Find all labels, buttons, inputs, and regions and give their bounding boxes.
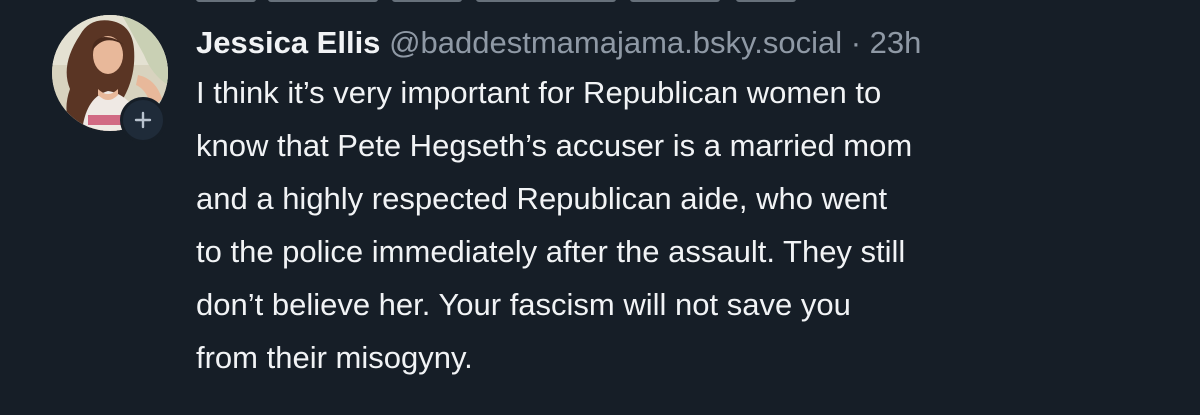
- post-text: I think it’s very important for Republic…: [196, 66, 1176, 384]
- author-handle[interactable]: @baddestmamajama.bsky.social: [389, 25, 842, 60]
- post-header: Jessica Ellis @baddestmamajama.bsky.soci…: [196, 22, 1176, 64]
- post-timestamp[interactable]: 23h: [870, 25, 922, 60]
- post-text-line: don’t believe her. Your fascism will not…: [196, 287, 851, 322]
- post-text-line: I think it’s very important for Republic…: [196, 75, 882, 110]
- follow-button[interactable]: [120, 97, 166, 143]
- post-content: Jessica Ellis @baddestmamajama.bsky.soci…: [196, 22, 1176, 384]
- post-text-line: and a highly respected Republican aide, …: [196, 181, 888, 216]
- plus-icon: [134, 111, 152, 129]
- header-separator: ·: [850, 25, 862, 60]
- avatar-container: [52, 15, 168, 143]
- post[interactable]: Jessica Ellis @baddestmamajama.bsky.soci…: [0, 0, 1200, 415]
- author-name[interactable]: Jessica Ellis: [196, 25, 380, 60]
- post-text-line: know that Pete Hegseth’s accuser is a ma…: [196, 128, 913, 163]
- post-text-line: to the police immediately after the assa…: [196, 234, 906, 269]
- post-text-line: from their misogyny.: [196, 340, 473, 375]
